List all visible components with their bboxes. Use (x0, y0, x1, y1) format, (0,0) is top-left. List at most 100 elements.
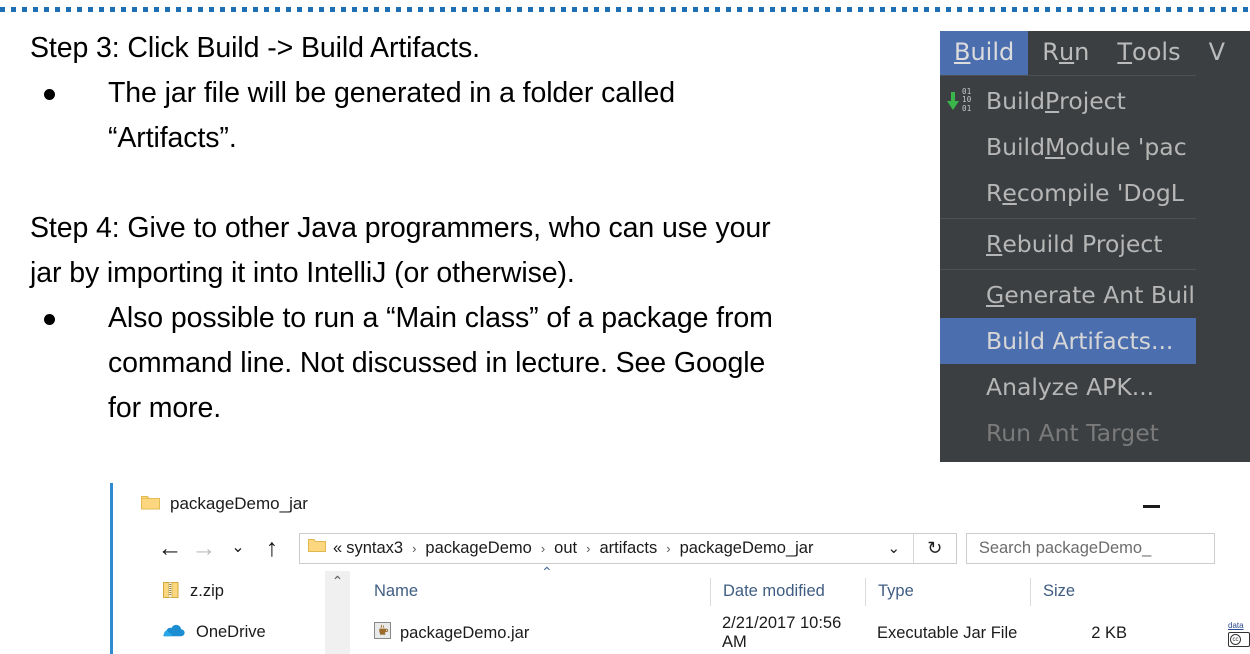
slide-body: Step 3: Click Build -> Build Artifacts. … (30, 26, 920, 431)
refresh-button[interactable]: ↻ (913, 534, 956, 563)
step4-heading-line1: Step 4: Give to other Java programmers, … (30, 206, 920, 251)
creative-commons-mark: cc (1230, 634, 1241, 645)
folder-icon (141, 494, 160, 515)
build-project-icon-bits: 011001 (962, 88, 971, 113)
address-bar[interactable]: « syntax3 › packageDemo › out › artifact… (299, 533, 957, 564)
menu-item-build-project-pre: Build (986, 87, 1045, 115)
step4-heading-line2: jar by importing it into IntelliJ (or ot… (30, 251, 920, 296)
step4-bullet-line3: for more. (108, 386, 908, 431)
windows-explorer-window: packageDemo_jar ← → ⌄ ↑ « syntax3 (110, 483, 1215, 654)
table-row[interactable]: packageDemo.jar 2/21/2017 10:56 AM Execu… (360, 612, 1215, 654)
bullet-dot-icon (44, 89, 55, 100)
nav-pane-item-label: OneDrive (196, 623, 266, 642)
minimize-button[interactable] (1128, 493, 1174, 519)
intellij-build-menu-screenshot: Build Run Tools V 011001 Build Project B… (940, 31, 1250, 462)
breadcrumb-item-packagedemo[interactable]: packageDemo (423, 539, 533, 558)
menu-item-build-artifacts[interactable]: Build Artifacts... (940, 318, 1196, 364)
menubar-item-vcs-rest: V (1209, 38, 1225, 66)
address-dropdown-button[interactable]: ⌄ (876, 534, 912, 563)
menubar-item-run-pre: R (1042, 38, 1059, 66)
build-project-icon: 011001 (946, 88, 980, 114)
menubar-item-run-mnemonic: u (1059, 38, 1074, 66)
top-dotted-divider (0, 7, 1250, 12)
bullet-dot-icon (44, 314, 55, 325)
menu-item-build-project[interactable]: 011001 Build Project (940, 78, 1196, 124)
search-placeholder-text: Search packageDemo_ (979, 539, 1151, 558)
search-input[interactable]: Search packageDemo_ (966, 533, 1215, 564)
step3-heading: Step 3: Click Build -> Build Artifacts. (30, 26, 920, 71)
explorer-addressbar: ← → ⌄ ↑ « syntax3 › packageDemo › out (113, 527, 1215, 569)
nav-up-button[interactable]: ↑ (255, 531, 289, 565)
step4-bullet-line1: Also possible to run a “Main class” of a… (108, 296, 908, 341)
scroll-up-icon[interactable]: ⌃ (332, 573, 344, 654)
breadcrumb-separator-icon: › (659, 541, 677, 556)
nav-recent-locations-button[interactable]: ⌄ (221, 531, 255, 565)
menubar-item-tools-mnemonic: T (1117, 38, 1132, 66)
column-header-date-modified[interactable]: Date modified (710, 578, 865, 606)
column-header-size[interactable]: Size (1030, 578, 1145, 606)
menubar-item-build-rest: uild (970, 38, 1014, 66)
menubar-item-tools[interactable]: Tools (1103, 31, 1194, 75)
file-type-cell: Executable Jar File (865, 624, 1030, 643)
build-menu-dropdown: 011001 Build Project Build Module 'pac R… (940, 75, 1196, 462)
column-header-name[interactable]: Name (360, 578, 710, 606)
nav-forward-button[interactable]: → (187, 531, 221, 565)
menu-item-recompile-mnemonic: e (1002, 179, 1016, 207)
arrow-right-icon: → (192, 536, 217, 561)
menu-item-build-module-mnemonic: M (1045, 133, 1065, 161)
breadcrumb-item-syntax3[interactable]: syntax3 (344, 539, 405, 558)
explorer-window-title: packageDemo_jar (170, 494, 308, 514)
menu-item-build-project-mnemonic: P (1045, 87, 1059, 115)
nav-pane-item-zzip[interactable]: z.zip (113, 571, 325, 612)
file-list-column-headers: Name Date modified Type Size (360, 571, 1215, 612)
step3-bullet-line2: “Artifacts”. (108, 116, 908, 161)
menu-item-generate-ant-build-mnemonic: G (986, 281, 1004, 309)
step4-bullet-text: Also possible to run a “Main class” of a… (108, 296, 908, 431)
breadcrumb-separator-icon: › (579, 541, 597, 556)
menu-item-recompile[interactable]: Recompile 'DogL (940, 170, 1196, 216)
menu-item-build-module[interactable]: Build Module 'pac (940, 124, 1196, 170)
navigation-pane-scrollbar[interactable]: ⌃ (325, 571, 350, 654)
menu-separator (940, 218, 1196, 219)
menu-item-recompile-post: compile 'DogL (1017, 179, 1184, 207)
explorer-titlebar: packageDemo_jar (113, 483, 1215, 525)
creative-commons-badge-icon: cc (1228, 632, 1250, 647)
minimize-icon (1143, 505, 1160, 508)
menu-separator (940, 269, 1196, 270)
folder-icon (308, 538, 326, 558)
breadcrumb-separator-icon: › (405, 541, 423, 556)
nav-pane-item-onedrive[interactable]: OneDrive (113, 612, 325, 653)
menu-item-build-module-pre: Build (986, 133, 1045, 161)
file-date-modified-cell: 2/21/2017 10:56 AM (710, 614, 865, 652)
intellij-menubar: Build Run Tools V (940, 31, 1250, 75)
paragraph-spacer (30, 161, 920, 206)
file-name-cell: packageDemo.jar (360, 622, 710, 644)
step3-bullet-text: The jar file will be generated in a fold… (108, 71, 908, 161)
column-header-type[interactable]: Type (865, 578, 1030, 606)
attribution-link[interactable]: data (1228, 621, 1250, 630)
breadcrumb-item-out[interactable]: out (552, 539, 579, 558)
step3-bullet: The jar file will be generated in a fold… (44, 71, 920, 161)
explorer-content-area: z.zip OneDrive ⌃ ⌃ Name Date modified (113, 571, 1215, 654)
file-list: ⌃ Name Date modified Type Size (360, 571, 1215, 654)
menu-item-run-ant-target: Run Ant Target (940, 410, 1196, 456)
arrow-up-icon: ↑ (266, 536, 279, 561)
menu-item-rebuild-project[interactable]: Rebuild Project (940, 221, 1196, 267)
menu-item-analyze-apk[interactable]: Analyze APK... (940, 364, 1196, 410)
chevron-down-icon: ⌄ (231, 540, 244, 556)
breadcrumb-item-packagedemo-jar[interactable]: packageDemo_jar (678, 539, 816, 558)
breadcrumb-overflow[interactable]: « (331, 539, 344, 558)
menubar-item-run[interactable]: Run (1028, 31, 1103, 75)
menu-item-build-module-post: odule 'pac (1065, 133, 1186, 161)
breadcrumb-item-artifacts[interactable]: artifacts (597, 539, 659, 558)
menubar-item-build-mnemonic: B (954, 38, 970, 66)
menubar-item-vcs-truncated[interactable]: V (1195, 31, 1239, 75)
chevron-down-icon: ⌄ (888, 539, 901, 557)
file-name-text: packageDemo.jar (400, 624, 529, 643)
step4-bullet: Also possible to run a “Main class” of a… (44, 296, 920, 431)
menu-item-build-project-post: roject (1059, 87, 1126, 115)
menubar-item-build[interactable]: Build (940, 31, 1028, 75)
menu-item-generate-ant-build[interactable]: Generate Ant Buil (940, 272, 1196, 318)
nav-back-button[interactable]: ← (153, 531, 187, 565)
menu-item-run-ant-target-label: Run Ant Target (986, 419, 1159, 447)
